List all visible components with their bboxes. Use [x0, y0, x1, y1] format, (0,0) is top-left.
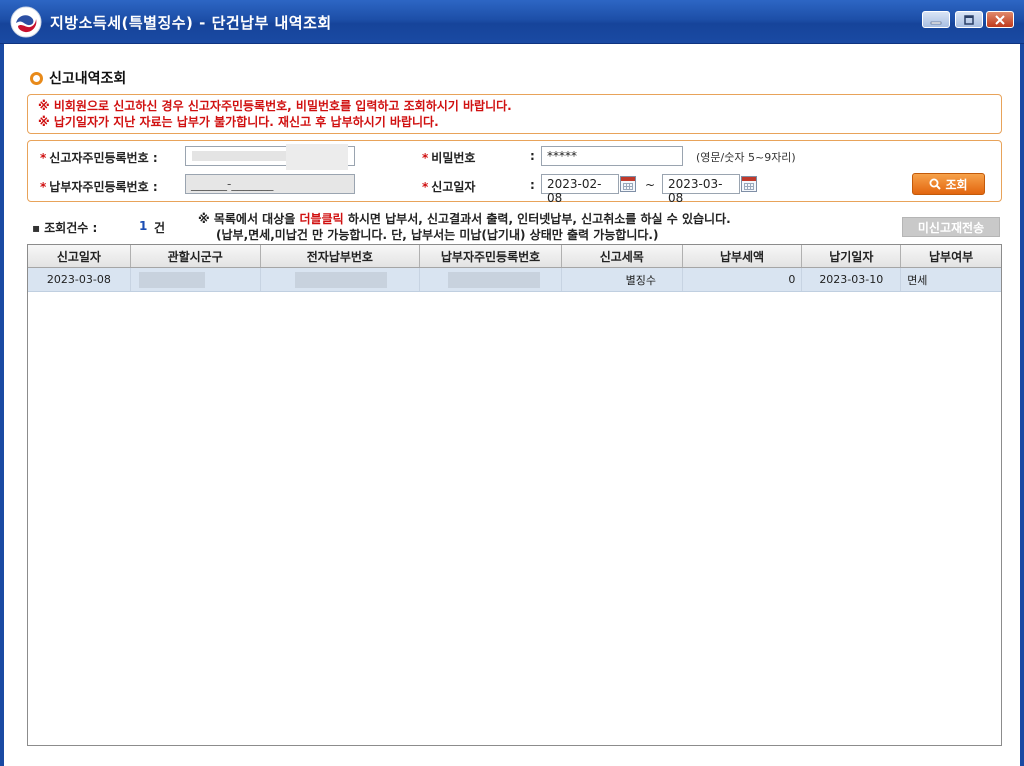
col-due-date[interactable]: 납기일자: [802, 245, 902, 267]
reporter-id-label: * 신고자주민등록번호 :: [40, 149, 158, 166]
guide-line-1: ※ 목록에서 대상을 더블클릭 하시면 납부서, 신고결과서 출력, 인터넷납부…: [198, 211, 731, 227]
calendar-icon[interactable]: [620, 176, 636, 192]
bullet-icon: ▪: [32, 221, 41, 235]
window-frame-left: [0, 44, 4, 766]
col-tax-item[interactable]: 신고세목: [562, 245, 683, 267]
guide-line-1-a: ※ 목록에서 대상을: [198, 212, 300, 226]
report-date-label-text: 신고일자: [431, 180, 476, 194]
section-title: 신고내역조회: [49, 71, 127, 87]
guide-line-1-b: 하시면 납부서, 신고결과서 출력, 인터넷납부, 신고취소를 하실 수 있습니…: [343, 212, 731, 226]
col-e-payment-no[interactable]: 전자납부번호: [261, 245, 421, 267]
search-button[interactable]: 조회: [912, 173, 985, 195]
result-table: 신고일자 관할시군구 전자납부번호 납부자주민등록번호 신고세목 납부세액 납기…: [27, 244, 1002, 746]
masked-value: [448, 272, 541, 288]
close-icon: [995, 14, 1005, 25]
cell-tax-item: 별징수: [562, 268, 683, 291]
calendar-icon[interactable]: [741, 176, 757, 192]
minimize-icon: [930, 21, 942, 24]
title-bar: 지방소득세(특별징수) - 단건납부 내역조회: [0, 0, 1024, 44]
masked-value: [294, 272, 387, 288]
cell-report-date: 2023-03-08: [28, 268, 131, 291]
col-amount[interactable]: 납부세액: [683, 245, 803, 267]
cell-amount: 0: [683, 268, 803, 291]
maximize-icon: [964, 14, 974, 25]
required-mark: *: [422, 180, 429, 194]
password-hint: (영문/숫자 5~9자리): [696, 151, 796, 164]
payer-id-input[interactable]: ______-_______: [185, 174, 355, 194]
date-separator: ~: [645, 178, 656, 192]
minimize-button[interactable]: [922, 11, 950, 28]
cell-e-payment-no: [261, 268, 421, 291]
cell-tax-item-text: 별징수: [625, 273, 656, 287]
date-to-value: 2023-03-08: [668, 177, 723, 205]
search-icon: [929, 178, 942, 190]
window-title: 지방소득세(특별징수) - 단건납부 내역조회: [50, 14, 332, 32]
app-logo-icon: [10, 6, 42, 38]
close-button[interactable]: [986, 11, 1014, 28]
required-mark: *: [40, 180, 47, 194]
notice-line-2: ※ 납기일자가 지난 자료는 납부가 불가합니다. 재신고 후 납부하시기 바랍…: [38, 115, 439, 129]
reporter-id-label-text: 신고자주민등록번호 :: [49, 151, 158, 165]
report-date-colon: :: [530, 178, 535, 192]
date-to-input[interactable]: 2023-03-08: [662, 174, 740, 205]
password-colon: :: [530, 149, 535, 163]
date-from-value: 2023-02-08: [547, 177, 602, 205]
cell-payer-id: [420, 268, 562, 291]
cell-status: 면세: [907, 273, 928, 287]
result-count-value: 1: [139, 219, 148, 233]
col-payer-id[interactable]: 납부자주민등록번호: [420, 245, 562, 267]
table-row[interactable]: 2023-03-08 별징수 0 2023-03-10 면세: [28, 268, 1001, 292]
report-date-label: * 신고일자: [422, 178, 475, 195]
masked-value: [138, 272, 205, 288]
col-report-date[interactable]: 신고일자: [28, 245, 131, 267]
maximize-button[interactable]: [955, 11, 983, 28]
guide-highlight: 더블클릭: [299, 212, 344, 226]
search-panel: * 신고자주민등록번호 : * 납부자주민등록번호 : ______-_______…: [27, 140, 1002, 205]
window-frame-right: [1020, 44, 1024, 766]
payer-id-value: ______-_______: [191, 177, 274, 191]
resend-button[interactable]: 미신고재전송: [902, 217, 1000, 237]
section-header: 신고내역조회: [30, 68, 126, 88]
password-input[interactable]: *****: [541, 146, 683, 166]
cell-district: [131, 268, 261, 291]
notice-line-1: ※ 비회원으로 신고하신 경우 신고자주민등록번호, 비밀번호를 입력하고 조회…: [38, 99, 512, 113]
table-header: 신고일자 관할시군구 전자납부번호 납부자주민등록번호 신고세목 납부세액 납기…: [28, 245, 1001, 268]
cell-due-date: 2023-03-10: [802, 268, 902, 291]
password-label-text: 비밀번호: [431, 151, 476, 165]
result-count-label: ▪ 조회건수 :: [32, 219, 97, 236]
required-mark: *: [422, 151, 429, 165]
guide-text: ※ 목록에서 대상을 더블클릭 하시면 납부서, 신고결과서 출력, 인터넷납부…: [198, 211, 731, 243]
payer-id-label: * 납부자주민등록번호 :: [40, 178, 158, 195]
count-label-text: 조회건수 :: [44, 221, 98, 235]
search-button-label: 조회: [945, 177, 968, 192]
required-mark: *: [40, 151, 47, 165]
section-bullet-icon: [30, 71, 43, 85]
password-value: *****: [547, 149, 577, 163]
col-district[interactable]: 관할시군구: [131, 245, 261, 267]
result-count-unit: 건: [154, 221, 166, 235]
payer-id-label-text: 납부자주민등록번호 :: [49, 180, 158, 194]
date-from-input[interactable]: 2023-02-08: [541, 174, 619, 205]
notice-box: ※ 비회원으로 신고하신 경우 신고자주민등록번호, 비밀번호를 입력하고 조회…: [27, 94, 1002, 134]
masked-overlay: [286, 144, 348, 170]
password-label: * 비밀번호: [422, 149, 475, 166]
guide-line-2: (납부,면세,미납건 만 가능합니다. 단, 납부서는 미납(납기내) 상태만 …: [216, 228, 659, 242]
col-status[interactable]: 납부여부: [901, 245, 1001, 267]
